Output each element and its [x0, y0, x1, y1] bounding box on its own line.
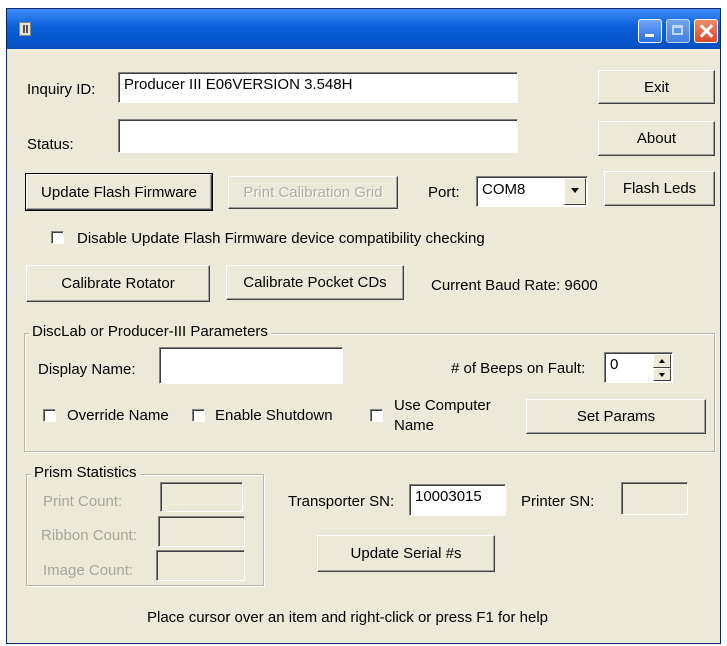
disable-compatibility-checkbox[interactable] [51, 231, 64, 244]
calibrate-rotator-label: Calibrate Rotator [61, 275, 175, 292]
spinner-arrows[interactable] [653, 354, 671, 381]
print-calibration-grid-label: Print Calibration Grid [243, 184, 383, 201]
chevron-down-icon[interactable] [564, 178, 586, 205]
close-icon[interactable] [694, 19, 718, 43]
beeps-on-fault-label: # of Beeps on Fault: [451, 360, 586, 377]
status-field[interactable] [118, 119, 518, 153]
enable-shutdown-checkbox[interactable] [192, 409, 205, 422]
use-computer-name-label-2: Name [394, 417, 435, 434]
port-select-value: COM8 [482, 181, 526, 198]
app-icon[interactable] [19, 22, 31, 36]
update-serial-label: Update Serial #s [350, 545, 462, 562]
display-name-label: Display Name: [38, 361, 136, 378]
parameters-group [24, 333, 715, 452]
port-select[interactable]: COM8 [476, 176, 588, 207]
image-count-field [156, 550, 245, 581]
about-button-label: About [636, 130, 677, 147]
maximize-icon[interactable] [666, 19, 690, 43]
calibrate-pocket-cds-button[interactable]: Calibrate Pocket CDs [226, 265, 404, 300]
print-calibration-grid-button[interactable]: Print Calibration Grid [228, 176, 398, 209]
flash-leds-label: Flash Leds [622, 180, 697, 197]
help-text: Place cursor over an item and right-clic… [147, 609, 548, 626]
calibrate-rotator-button[interactable]: Calibrate Rotator [26, 265, 210, 302]
transporter-sn-label: Transporter SN: [288, 493, 395, 510]
prism-statistics-title: Prism Statistics [31, 464, 140, 481]
status-label: Status: [27, 136, 74, 153]
title-bar[interactable] [7, 9, 720, 49]
inquiry-id-label: Inquiry ID: [27, 81, 96, 98]
spinner-up-icon[interactable] [653, 354, 671, 368]
display-name-field[interactable] [159, 347, 343, 384]
disable-compatibility-label: Disable Update Flash Firmware device com… [77, 230, 485, 247]
exit-button-label: Exit [643, 78, 669, 96]
enable-shutdown-label: Enable Shutdown [215, 407, 333, 424]
inquiry-id-field[interactable]: Producer III E06VERSION 3.548H [118, 72, 518, 103]
ribbon-count-field [158, 516, 245, 547]
current-baud-rate: Current Baud Rate: 9600 [431, 277, 598, 294]
update-flash-firmware-button[interactable]: Update Flash Firmware [25, 173, 213, 211]
image-count-label: Image Count: [43, 562, 134, 579]
minimize-icon[interactable] [638, 19, 662, 43]
flash-leds-button[interactable]: Flash Leds [604, 171, 715, 206]
parameters-group-title: DiscLab or Producer-III Parameters [29, 323, 271, 340]
override-name-label: Override Name [67, 407, 169, 424]
use-computer-name-label-1: Use Computer [394, 397, 491, 414]
beeps-on-fault-spinner[interactable]: 0 [604, 352, 673, 383]
transporter-sn-field[interactable]: 10003015 [409, 484, 506, 516]
set-params-label: Set Params [576, 408, 656, 425]
print-count-label: Print Count: [43, 493, 123, 510]
exit-button[interactable]: Exit [598, 70, 715, 104]
calibrate-pocket-cds-label: Calibrate Pocket CDs [243, 274, 387, 291]
main-window: Inquiry ID: Producer III E06VERSION 3.54… [6, 8, 721, 644]
port-label: Port: [428, 184, 460, 201]
about-button[interactable]: About [598, 121, 715, 156]
printer-sn-label: Printer SN: [521, 493, 595, 510]
update-serial-button[interactable]: Update Serial #s [317, 535, 495, 572]
print-count-field [160, 482, 243, 512]
set-params-button[interactable]: Set Params [526, 399, 706, 434]
ribbon-count-label: Ribbon Count: [41, 527, 137, 544]
use-computer-name-checkbox[interactable] [370, 409, 383, 422]
printer-sn-field [621, 482, 688, 515]
update-flash-firmware-label: Update Flash Firmware [41, 183, 197, 201]
spinner-down-icon[interactable] [653, 367, 671, 381]
override-name-checkbox[interactable] [43, 409, 56, 422]
beeps-on-fault-value: 0 [610, 356, 619, 373]
